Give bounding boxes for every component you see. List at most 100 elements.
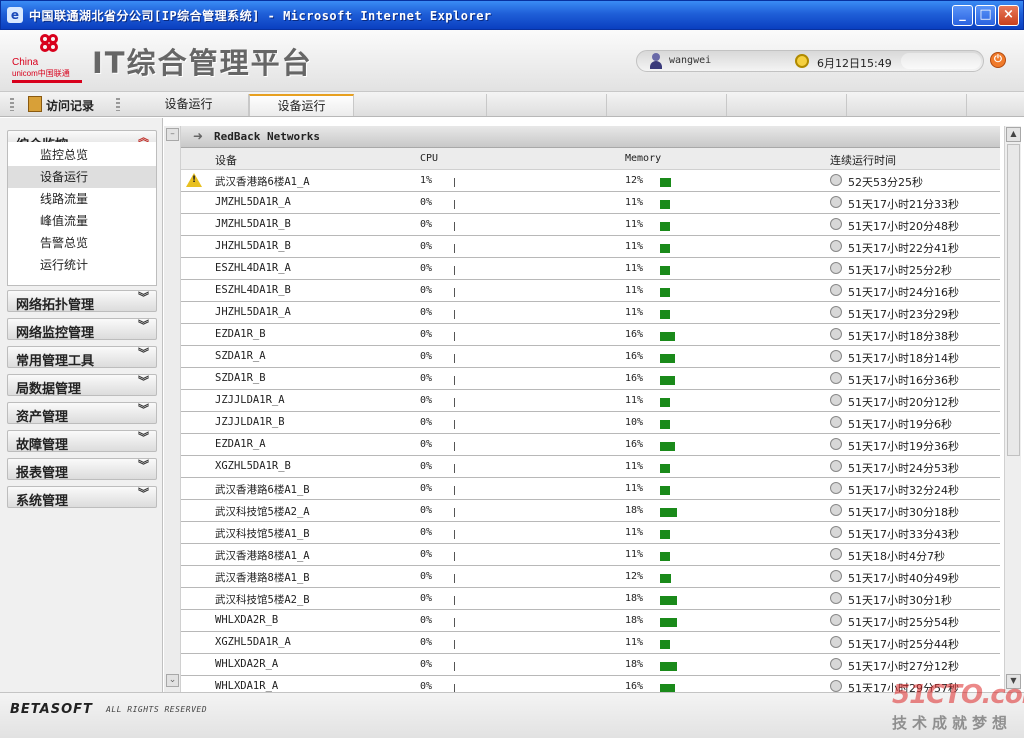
table-row[interactable]: EZDA1R_A 0% 16% 51天17小时19分36秒 (181, 434, 1000, 456)
table-row[interactable]: WHLXDA2R_B 0% 18% 51天17小时25分54秒 (181, 610, 1000, 632)
uptime-value: 51天17小时32分24秒 (848, 484, 959, 497)
table-row[interactable]: ! 武汉香港路6楼A1_A 1% 12% 52天53分25秒 (181, 170, 1000, 192)
window-titlebar: e 中国联通湖北省分公司[IP综合管理系统] - Microsoft Inter… (0, 0, 1024, 30)
sidebar-item-device-status[interactable]: 设备运行 (8, 166, 156, 188)
sidebar-section-system[interactable]: 系统管理 ︾ (7, 486, 157, 509)
uptime-value: 51天17小时19分6秒 (848, 418, 952, 431)
vertical-scrollbar[interactable]: ▲ ▼ (1004, 126, 1021, 692)
logout-icon[interactable]: ⏻ (990, 52, 1006, 68)
sidebar-section-faults[interactable]: 故障管理 ︾ (7, 430, 157, 453)
uptime-value: 51天17小时20分12秒 (848, 396, 959, 409)
cpu-value: 0% (420, 615, 433, 626)
clock-icon (830, 240, 842, 252)
sidebar-submenu: 监控总览 设备运行 线路流量 峰值流量 告警总览 运行统计 (7, 142, 157, 286)
sidebar-section-local-data[interactable]: 局数据管理 ︾ (7, 374, 157, 397)
table-row[interactable]: SZDA1R_A 0% 16% 51天17小时18分14秒 (181, 346, 1000, 368)
unicom-knot-icon (40, 34, 66, 60)
table-row[interactable]: WHLXDA1R_A 0% 16% 51天17小时29分57秒 (181, 676, 1000, 692)
sidebar-section-label: 故障管理 (16, 438, 69, 453)
table-row[interactable]: JHZHL5DA1R_B 0% 11% 51天17小时22分41秒 (181, 236, 1000, 258)
table-row[interactable]: WHLXDA2R_A 0% 18% 51天17小时27分12秒 (181, 654, 1000, 676)
memory-bar (660, 508, 677, 517)
scroll-down-button[interactable]: ⌄ (166, 674, 179, 687)
device-group-title: RedBack Networks (214, 130, 320, 143)
table-row[interactable]: 武汉香港路8楼A1_B 0% 12% 51天17小时40分49秒 (181, 566, 1000, 588)
sidebar-section-topology[interactable]: 网络拓扑管理 ︾ (7, 290, 157, 313)
cpu-bar (454, 420, 455, 429)
sidebar-item-line-traffic[interactable]: 线路流量 (8, 188, 156, 210)
table-row[interactable]: SZDA1R_B 0% 16% 51天17小时16分36秒 (181, 368, 1000, 390)
clock-icon (795, 54, 809, 68)
minimize-button[interactable]: _ (952, 5, 973, 26)
device-group-header[interactable]: ➜ RedBack Networks (181, 126, 1000, 148)
sidebar-item-alarm-overview[interactable]: 告警总览 (8, 232, 156, 254)
table-row[interactable]: 武汉科技馆5楼A1_B 0% 11% 51天17小时33分43秒 (181, 522, 1000, 544)
table-row[interactable]: JZJJLDA1R_A 0% 11% 51天17小时20分12秒 (181, 390, 1000, 412)
scrollbar-thumb[interactable] (1007, 144, 1020, 456)
chevron-down-icon: ︾ (138, 487, 149, 500)
uptime-value: 51天17小时24分53秒 (848, 462, 959, 475)
tab-device-status[interactable]: 设备运行 (129, 94, 249, 116)
table-row[interactable]: EZDA1R_B 0% 16% 51天17小时18分38秒 (181, 324, 1000, 346)
cpu-bar (454, 574, 455, 583)
sidebar-section-label: 资产管理 (16, 410, 69, 425)
device-name: XGZHL5DA1R_B (215, 460, 291, 472)
device-table: ! 武汉香港路6楼A1_A 1% 12% 52天53分25秒 JMZHL5DA1R_A 0%… (181, 170, 1000, 692)
device-name: 武汉香港路6楼A1_A (215, 176, 310, 188)
table-row[interactable]: JHZHL5DA1R_A 0% 11% 51天17小时23分29秒 (181, 302, 1000, 324)
cpu-value: 0% (420, 307, 433, 318)
column-header-memory: Memory (625, 153, 662, 164)
device-name: WHLXDA2R_A (215, 658, 279, 670)
sidebar-item-peak-traffic[interactable]: 峰值流量 (8, 210, 156, 232)
memory-bar (660, 464, 670, 473)
sidebar-section-label: 网络监控管理 (16, 326, 95, 341)
clock-icon (830, 636, 842, 648)
sidebar-section-label: 局数据管理 (16, 382, 82, 397)
memory-value: 11% (625, 549, 644, 560)
cpu-bar (454, 332, 455, 341)
scroll-up-icon[interactable]: ▲ (1006, 127, 1021, 142)
current-datetime: 6月12日15:49 (817, 57, 892, 70)
cpu-bar (454, 486, 455, 495)
rights-text: ALL RIGHTS RESERVED (106, 705, 208, 714)
drag-handle[interactable] (10, 98, 14, 111)
device-name: EZDA1R_B (215, 328, 266, 340)
drag-handle[interactable] (116, 98, 120, 111)
tab-device-status-active[interactable]: 设备运行 (249, 94, 354, 116)
table-row[interactable]: 武汉科技馆5楼A2_B 0% 18% 51天17小时30分1秒 (181, 588, 1000, 610)
close-button[interactable]: × (998, 5, 1019, 26)
sidebar-section-net-monitor[interactable]: 网络监控管理 ︾ (7, 318, 157, 341)
cpu-value: 0% (420, 681, 433, 692)
table-row[interactable]: 武汉香港路8楼A1_A 0% 11% 51天18小时4分7秒 (181, 544, 1000, 566)
memory-value: 11% (625, 395, 644, 406)
chevron-down-icon: ︾ (138, 403, 149, 416)
cpu-bar (454, 552, 455, 561)
cpu-bar (454, 640, 455, 649)
cpu-bar (454, 244, 455, 253)
collapse-button[interactable]: – (166, 128, 179, 141)
table-row[interactable]: XGZHL5DA1R_A 0% 11% 51天17小时25分44秒 (181, 632, 1000, 654)
table-row[interactable]: JMZHL5DA1R_A 0% 11% 51天17小时21分33秒 (181, 192, 1000, 214)
sidebar-section-assets[interactable]: 资产管理 ︾ (7, 402, 157, 425)
table-row[interactable]: ESZHL4DA1R_B 0% 11% 51天17小时24分16秒 (181, 280, 1000, 302)
column-header-device: 设备 (215, 154, 237, 167)
table-row[interactable]: 武汉科技馆5楼A2_A 0% 18% 51天17小时30分18秒 (181, 500, 1000, 522)
memory-value: 18% (625, 615, 644, 626)
chevron-down-icon: ︾ (138, 291, 149, 304)
table-row[interactable]: JMZHL5DA1R_B 0% 11% 51天17小时20分48秒 (181, 214, 1000, 236)
table-row[interactable]: 武汉香港路6楼A1_B 0% 11% 51天17小时32分24秒 (181, 478, 1000, 500)
memory-bar (660, 684, 675, 692)
table-row[interactable]: JZJJLDA1R_B 0% 10% 51天17小时19分6秒 (181, 412, 1000, 434)
sidebar-item-overview[interactable]: 监控总览 (8, 144, 156, 166)
visit-history-button[interactable]: 访问记录 (46, 97, 94, 114)
table-row[interactable]: ESZHL4DA1R_A 0% 11% 51天17小时25分2秒 (181, 258, 1000, 280)
sidebar-item-run-stats[interactable]: 运行统计 (8, 254, 156, 276)
clock-icon (830, 460, 842, 472)
maximize-button[interactable]: □ (975, 5, 996, 26)
table-row[interactable]: XGZHL5DA1R_B 0% 11% 51天17小时24分53秒 (181, 456, 1000, 478)
device-name: XGZHL5DA1R_A (215, 636, 291, 648)
device-name: JZJJLDA1R_B (215, 416, 285, 428)
memory-value: 11% (625, 263, 644, 274)
sidebar-section-reports[interactable]: 报表管理 ︾ (7, 458, 157, 481)
sidebar-section-tools[interactable]: 常用管理工具 ︾ (7, 346, 157, 369)
